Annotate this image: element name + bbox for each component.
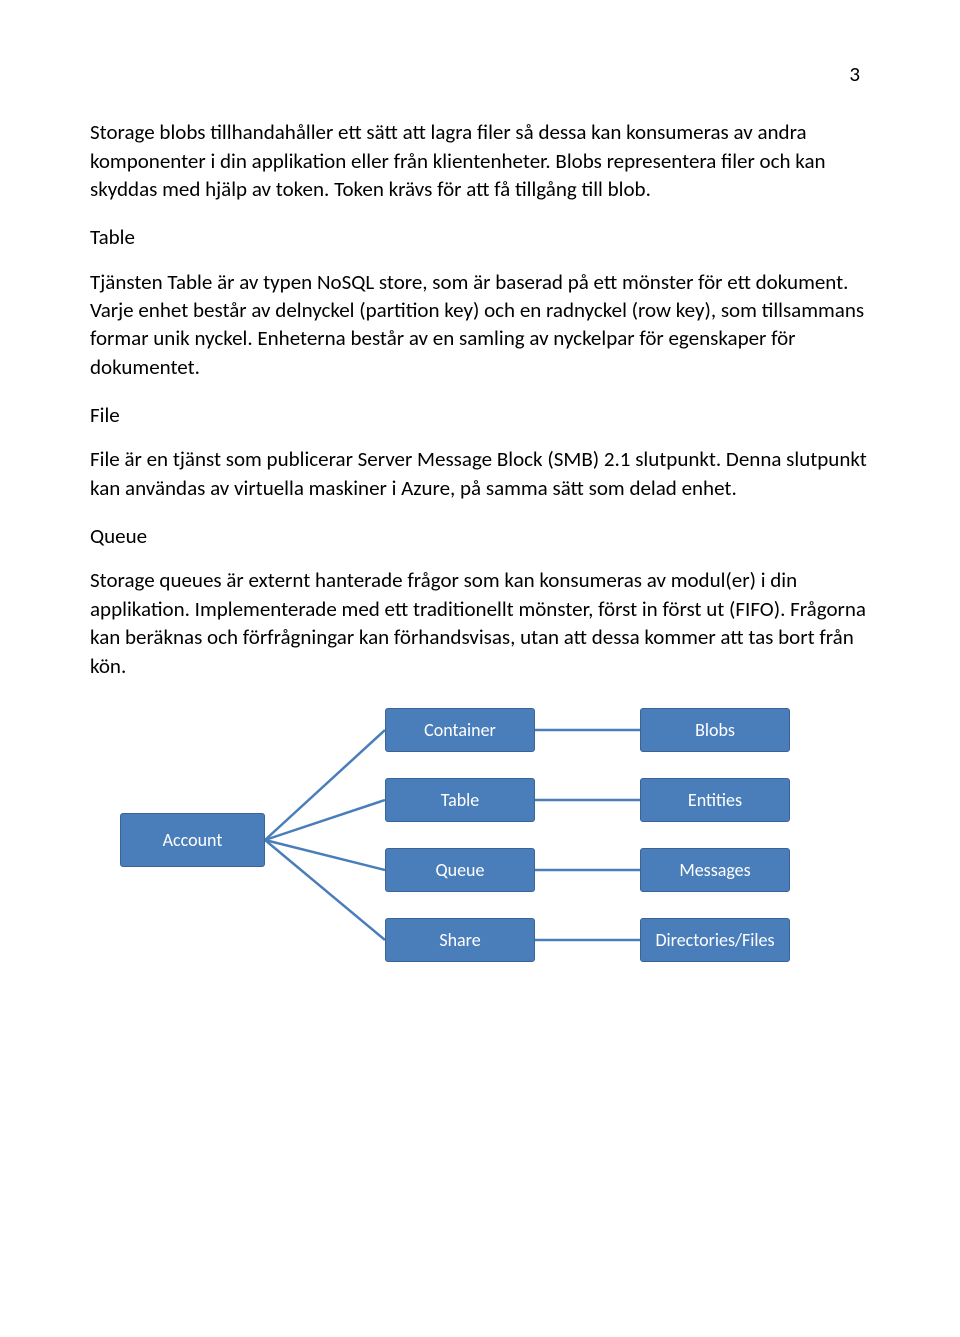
heading-queue: Queue: [90, 522, 870, 550]
heading-table: Table: [90, 223, 870, 251]
storage-diagram: Account Container Table Queue Share Blob…: [100, 700, 860, 1000]
heading-file: File: [90, 401, 870, 429]
paragraph-table-body: Tjänsten Table är av typen NoSQL store, …: [90, 268, 870, 381]
node-messages: Messages: [640, 848, 790, 892]
paragraph-file-body: File är en tjänst som publicerar Server …: [90, 445, 870, 502]
node-dirfiles: Directories/Files: [640, 918, 790, 962]
node-share: Share: [385, 918, 535, 962]
node-table: Table: [385, 778, 535, 822]
paragraph-queue-body: Storage queues är externt hanterade fråg…: [90, 566, 870, 679]
node-blobs: Blobs: [640, 708, 790, 752]
node-account: Account: [120, 813, 265, 867]
node-entities: Entities: [640, 778, 790, 822]
node-container: Container: [385, 708, 535, 752]
page-number: 3: [90, 60, 870, 88]
node-queue: Queue: [385, 848, 535, 892]
paragraph-blobs-intro: Storage blobs tillhandahåller ett sätt a…: [90, 118, 870, 203]
